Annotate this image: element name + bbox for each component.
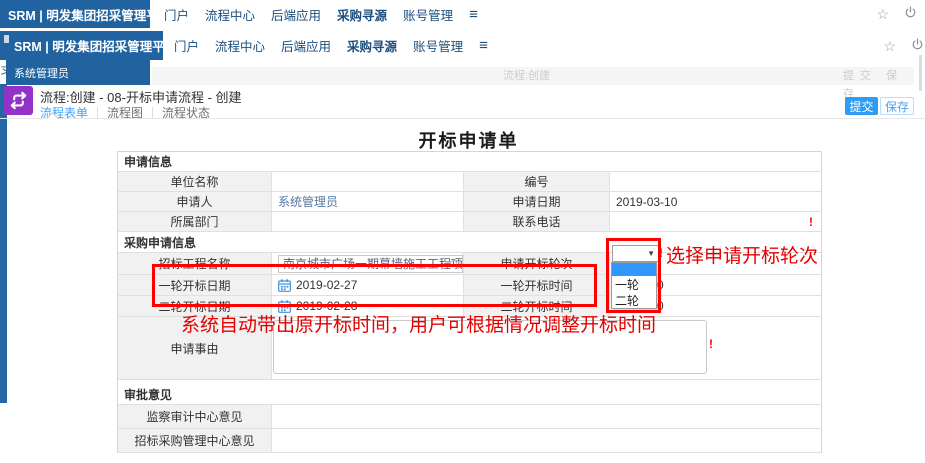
applicant-name: 系统管理员 [278,193,338,210]
table-row: 单位名称 编号 [118,172,821,192]
window-icons-2: ☆ [883,31,924,60]
annotation-auto-time: 系统自动带出原开标时间，用户可根据情况调整开标时间 [181,310,656,337]
nav-backend-apps-2[interactable]: 后端应用 [281,36,331,55]
section-header-application-info: 申请信息 [118,152,821,172]
nav-process-center-2[interactable]: 流程中心 [215,36,265,55]
nav-account-2[interactable]: 账号管理 [413,36,463,55]
table-row: 监察审计中心意见 [118,405,821,429]
window-icons: ☆ [876,0,917,28]
required-mark: ! [809,215,821,229]
table-row: 招标采购管理中心意见 [118,429,821,453]
second-window-bar: SRM | 明发集团招采管理平台 门户 流程中心 后端应用 采购寻源 账号管理 … [0,31,925,60]
window-edge-fragment [4,35,9,43]
field-label-number: 编号 [464,172,610,191]
tab-divider [97,107,98,118]
field-value-unit-name [272,172,464,191]
header-divider [0,118,925,119]
scrollbar[interactable] [919,55,922,91]
annotation-select-round: 选择申请开标轮次 [666,241,818,268]
nav-sourcing-2[interactable]: 采购寻源 [347,36,397,55]
background-window-band: 流程:创建 提交 保存 [152,67,914,85]
annotation-box-dropdown [606,238,661,313]
top-window-bar: SRM | 明发集团招采管理平台 门户 流程中心 后端应用 采购寻源 账号管理 … [0,0,925,28]
app-brand: SRM | 明发集团招采管理平台 [0,0,150,28]
table-row: 所属部门 联系电话 ! [118,212,821,232]
nav-process-center[interactable]: 流程中心 [205,5,255,24]
required-mark: ! [709,337,713,351]
table-row: 申请人 系统管理员 申请日期 2019-03-10 [118,192,821,212]
process-sync-icon [4,86,33,115]
main-nav: 门户 流程中心 后端应用 采购寻源 账号管理 ≡ [164,0,478,28]
field-label-unit-name: 单位名称 [118,172,272,191]
hamburger-menu-icon-2[interactable]: ≡ [479,37,488,54]
field-value-bid-mgmt-center-opinion [272,429,821,452]
field-label-department: 所属部门 [118,212,272,231]
left-sidebar-strip [0,84,7,403]
field-value-department [272,212,464,231]
logout-power-icon[interactable] [904,6,917,22]
annotation-box-dates [152,264,597,307]
submit-button[interactable]: 提交 [845,97,878,115]
field-label-audit-center-opinion: 监察审计中心意见 [118,405,272,428]
logout-power-icon-2[interactable] [911,38,924,54]
field-label-bid-mgmt-center-opinion: 招标采购管理中心意见 [118,429,272,452]
save-button[interactable]: 保存 [880,97,914,115]
ghost-window-title: 流程:创建 [503,67,550,85]
section-header-approval: 审批意见 [118,385,821,405]
nav-backend-apps[interactable]: 后端应用 [271,5,321,24]
favorite-star-icon-2[interactable]: ☆ [883,39,896,53]
tab-divider [152,107,153,118]
form-title: 开标申请单 [117,127,820,153]
field-label-phone: 联系电话 [464,212,610,231]
nav-portal-2[interactable]: 门户 [174,36,199,55]
nav-sourcing[interactable]: 采购寻源 [337,5,387,24]
field-value-apply-date: 2019-03-10 [610,192,821,211]
app-brand-2: SRM | 明发集团招采管理平台 [0,31,163,60]
field-value-phone[interactable]: ! [610,212,821,231]
nav-portal[interactable]: 门户 [164,5,189,24]
main-nav-2: 门户 流程中心 后端应用 采购寻源 账号管理 ≡ [174,31,488,60]
hamburger-menu-icon[interactable]: ≡ [469,6,478,23]
field-value-applicant: 系统管理员 [272,192,464,211]
field-label-apply-date: 申请日期 [464,192,610,211]
field-value-number [610,172,821,191]
favorite-star-icon[interactable]: ☆ [876,7,889,21]
nav-account[interactable]: 账号管理 [403,5,453,24]
sidebar-user-label: 系统管理员 [6,60,150,85]
field-value-audit-center-opinion [272,405,821,428]
field-label-applicant: 申请人 [118,192,272,211]
